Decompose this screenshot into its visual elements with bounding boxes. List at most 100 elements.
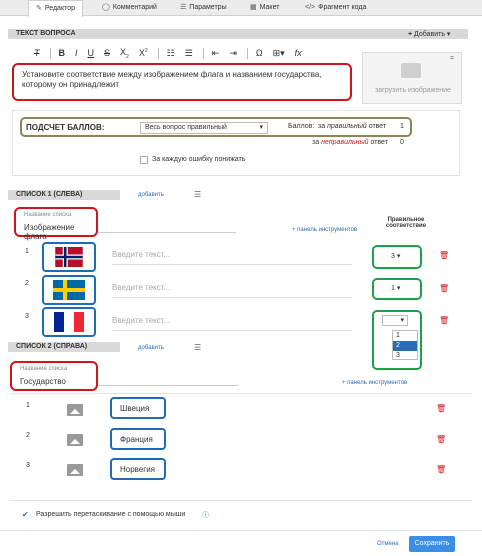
match-options-list: 1 2 3 [392, 330, 418, 360]
image-placeholder-icon[interactable] [67, 464, 83, 476]
clear-format-icon[interactable]: T [34, 48, 40, 58]
match-select[interactable]: ▾ [382, 315, 408, 326]
norway-flag [55, 247, 83, 267]
comment-icon: ◯ [102, 4, 110, 11]
image-placeholder-icon [401, 63, 421, 78]
underline-icon[interactable]: U [88, 48, 95, 58]
france-flag [54, 312, 84, 332]
chevron-down-icon: ▾ [259, 124, 263, 131]
list2-item-text[interactable]: Франция [110, 428, 166, 450]
trash-icon[interactable]: 🗑 [439, 316, 449, 325]
list1-menu-icon[interactable]: ☰ [194, 190, 201, 199]
match-select-wrapper: 3 ▾ [372, 245, 422, 269]
correct-match-header: Правильное соответствие [385, 217, 427, 229]
tab-bar: ✎ Редактор ◯ Комментарий ☰ Параметры ▦ Макет… [0, 0, 482, 17]
wrong-points-input[interactable]: 0 [400, 139, 404, 146]
chevron-down-icon: ▾ [396, 285, 401, 292]
list1-text-input[interactable]: Введите текст... [112, 283, 170, 292]
drag-checkbox[interactable]: ✔ [22, 510, 29, 519]
list1-item-image[interactable] [42, 307, 96, 337]
strikethrough-icon[interactable]: S [104, 48, 110, 58]
correct-points-input[interactable]: 1 [400, 123, 404, 130]
trash-icon[interactable]: 🗑 [439, 284, 449, 293]
bold-icon[interactable]: B [59, 48, 66, 58]
list2-section-header: СПИСОК 2 (СПРАВА) [8, 342, 120, 352]
trash-icon[interactable]: 🗑 [439, 251, 449, 260]
numbered-list-icon[interactable]: ☷ [167, 48, 175, 59]
table-icon[interactable]: ⊞▾ [273, 48, 285, 59]
trash-icon[interactable]: 🗑 [436, 465, 446, 474]
list1-section-header: СПИСОК 1 (СЛЕВА) [8, 190, 120, 200]
upload-image-area[interactable]: загрузить изображение [362, 52, 462, 104]
list1-text-input[interactable]: Введите текст... [112, 250, 170, 259]
list2-name-field[interactable]: Название списка Государство [10, 361, 98, 391]
crop-icon[interactable]: ⌗ [450, 55, 454, 63]
field-underline [98, 385, 238, 386]
question-text-field[interactable]: Установите соответствие между изображени… [12, 63, 352, 101]
list2-toolbar-link[interactable]: + панель инструментов [342, 380, 407, 386]
special-char-icon[interactable]: Ω [256, 48, 263, 58]
scoring-row: ПОДСЧЕТ БАЛЛОВ: Весь вопрос правильный ▾ … [20, 117, 412, 137]
text-format-toolbar: T B I U S X2 X2 ☷ ☰ ⇤ ⇥ Ω ⊞▾ fx [34, 46, 314, 60]
tab-editor[interactable]: ✎ Редактор [28, 0, 84, 17]
sliders-icon: ☰ [180, 4, 187, 11]
italic-icon[interactable]: I [75, 48, 78, 58]
superscript-icon[interactable]: X2 [139, 48, 148, 58]
list1-item-image[interactable] [42, 275, 96, 305]
match-select[interactable]: 3 ▾ [388, 252, 412, 263]
indent-icon[interactable]: ⇥ [229, 48, 237, 59]
toolbar-divider [202, 47, 204, 59]
info-icon[interactable]: ⓘ [202, 510, 209, 520]
match-option[interactable]: 3 [393, 351, 417, 361]
list1-toolbar-link[interactable]: + панель инструментов [292, 227, 357, 233]
tab-layout[interactable]: ▦ Макет [250, 0, 279, 16]
list1-item-image[interactable] [42, 242, 96, 272]
scoring-mode-select[interactable]: Весь вопрос правильный ▾ [140, 122, 268, 134]
toolbar-divider [49, 47, 51, 59]
toolbar-divider [157, 47, 159, 59]
question-section-header: ТЕКСТ ВОПРОСА [8, 29, 468, 39]
list2-menu-icon[interactable]: ☰ [194, 343, 201, 352]
list2-add-link[interactable]: добавить [138, 345, 164, 351]
sweden-flag [53, 280, 85, 300]
trash-icon[interactable]: 🗑 [436, 404, 446, 413]
trash-icon[interactable]: 🗑 [436, 435, 446, 444]
field-underline [112, 297, 352, 298]
tab-parameters[interactable]: ☰ Параметры [180, 0, 227, 16]
add-dropdown[interactable]: + Добавить ▾ [408, 30, 450, 38]
cancel-link[interactable]: Отмена [377, 541, 399, 547]
penalty-label: За каждую ошибку понижать [152, 156, 246, 163]
chevron-down-icon: ▾ [400, 317, 404, 324]
list1-add-link[interactable]: добавить [138, 192, 164, 198]
list2-item-text[interactable]: Норвегия [110, 458, 166, 480]
field-underline [98, 232, 236, 233]
outdent-icon[interactable]: ⇤ [212, 48, 220, 59]
list2-item-text[interactable]: Швеция [110, 397, 166, 419]
edit-icon: ✎ [36, 5, 42, 12]
toolbar-divider [246, 47, 248, 59]
match-option-selected[interactable]: 2 [393, 341, 417, 351]
field-underline [112, 330, 352, 331]
chevron-down-icon: ▾ [396, 253, 401, 260]
wrong-answer-label: за неправильный ответ [312, 139, 388, 146]
save-button[interactable]: Сохранить [409, 536, 455, 552]
subscript-icon[interactable]: X2 [120, 47, 129, 60]
image-placeholder-icon[interactable] [67, 434, 83, 446]
match-select-open-wrapper: ▾ 1 2 3 [372, 310, 422, 370]
formula-icon[interactable]: fx [295, 48, 302, 58]
bullet-list-icon[interactable]: ☰ [185, 48, 193, 59]
code-icon: </> [305, 4, 316, 11]
tab-code-fragment[interactable]: </> Фрагмент кода [305, 0, 366, 16]
list1-name-field[interactable]: Название списка Изображение флага [14, 207, 98, 241]
match-select[interactable]: 1 ▾ [388, 284, 412, 295]
divider [10, 500, 472, 501]
match-select-wrapper: 1 ▾ [372, 278, 422, 300]
field-underline [112, 264, 352, 265]
correct-answer-label: за правильный ответ [318, 123, 387, 130]
match-option[interactable]: 1 [393, 331, 417, 341]
tab-comment[interactable]: ◯ Комментарий [102, 0, 157, 16]
penalty-checkbox[interactable] [140, 156, 148, 164]
image-placeholder-icon[interactable] [67, 404, 83, 416]
list1-text-input[interactable]: Введите текст... [112, 316, 170, 325]
drag-label: Разрешить перетаскивание с помощью мыши [36, 511, 186, 518]
